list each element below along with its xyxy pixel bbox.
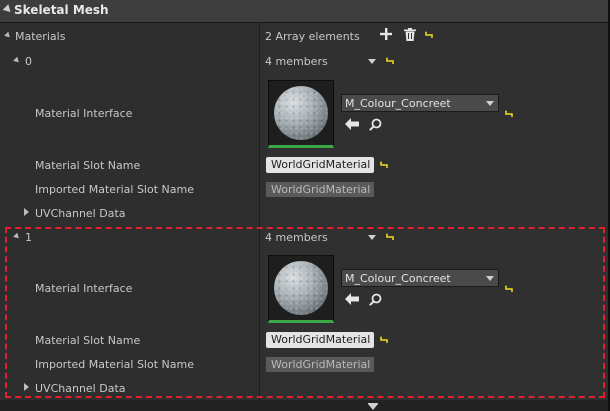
element-index: 1 [25, 231, 32, 244]
use-selected-arrow-icon[interactable] [345, 293, 361, 309]
imported-slot-name-value: WorldGridMaterial [266, 182, 374, 197]
material-slot-name-input[interactable]: WorldGridMaterial [266, 157, 374, 173]
members-count: 4 members [265, 55, 328, 68]
reset-arrow-icon[interactable] [505, 110, 513, 117]
material-preview-sphere [274, 261, 328, 315]
expand-more-chevron-icon[interactable] [368, 404, 378, 410]
reset-arrow-icon[interactable] [380, 161, 388, 168]
material-asset-name: M_Colour_Concreet [345, 272, 451, 285]
material-thumbnail[interactable] [268, 80, 334, 148]
browse-search-icon[interactable] [369, 118, 385, 134]
reset-arrow-icon[interactable] [505, 285, 513, 292]
uvchannel-data-label: UVChannel Data [35, 207, 126, 220]
category-header[interactable]: Skeletal Mesh [0, 0, 608, 23]
material-interface-label: Material Interface [35, 107, 133, 120]
use-selected-arrow-icon[interactable] [345, 118, 361, 134]
column-splitter[interactable] [259, 22, 260, 400]
trash-icon[interactable] [404, 28, 420, 44]
reset-arrow-icon[interactable] [425, 31, 433, 38]
imported-slot-name-label: Imported Material Slot Name [35, 358, 194, 371]
reset-arrow-icon[interactable] [380, 336, 388, 343]
reset-arrow-icon[interactable] [386, 233, 394, 240]
material-preview-sphere [274, 86, 328, 140]
reset-arrow-icon[interactable] [386, 57, 394, 64]
material-asset-dropdown[interactable]: M_Colour_Concreet [341, 94, 499, 112]
chevron-down-icon[interactable] [486, 276, 494, 281]
material-slot-name-label: Material Slot Name [35, 334, 141, 347]
uvchannel-data-label: UVChannel Data [35, 382, 126, 395]
material-slot-name-input[interactable]: WorldGridMaterial [266, 332, 374, 348]
material-slot-name-label: Material Slot Name [35, 159, 141, 172]
material-asset-name: M_Colour_Concreet [345, 97, 451, 110]
browse-search-icon[interactable] [369, 293, 385, 309]
imported-slot-name-value: WorldGridMaterial [266, 357, 374, 372]
material-asset-dropdown[interactable]: M_Colour_Concreet [341, 269, 499, 287]
plus-icon[interactable] [380, 28, 396, 44]
members-count: 4 members [265, 231, 328, 244]
chevron-down-icon[interactable] [368, 59, 376, 64]
expand-arrow-icon[interactable] [24, 208, 29, 216]
material-interface-label: Material Interface [35, 282, 133, 295]
chevron-down-icon[interactable] [486, 101, 494, 106]
panel-footer [0, 400, 608, 411]
array-count: 2 Array elements [265, 30, 360, 43]
imported-slot-name-label: Imported Material Slot Name [35, 183, 194, 196]
members-dropdown[interactable] [368, 56, 378, 70]
collapse-arrow-icon[interactable] [2, 4, 14, 15]
details-panel: Skeletal Mesh Materials 2 Array elements… [0, 0, 608, 411]
chevron-down-icon[interactable] [368, 235, 376, 240]
material-thumbnail[interactable] [268, 255, 334, 323]
element-index: 0 [25, 55, 32, 68]
members-dropdown[interactable] [368, 232, 378, 246]
materials-label: Materials [15, 30, 66, 43]
category-title: Skeletal Mesh [14, 3, 109, 17]
expand-arrow-icon[interactable] [24, 383, 29, 391]
